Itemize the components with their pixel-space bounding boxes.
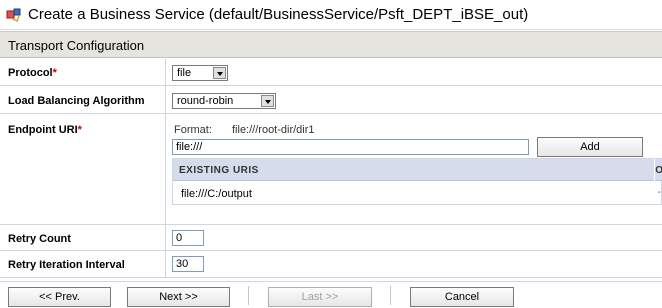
column-header-existing-uris: EXISTING URIS	[179, 165, 259, 176]
format-label: Format:	[174, 124, 212, 136]
retry-count-row: Retry Count 0	[0, 225, 662, 251]
load-balancing-label: Load Balancing Algorithm	[8, 95, 145, 107]
table-row: file:///C:/output -	[173, 181, 662, 205]
prev-button[interactable]: << Prev.	[8, 287, 111, 307]
protocol-select[interactable]: file	[172, 65, 228, 81]
endpoint-uri-label: Endpoint URI*	[8, 124, 82, 136]
endpoint-uri-row: Endpoint URI* Format: file:///root-dir/d…	[0, 114, 662, 225]
title-bar: Create a Business Service (default/Busin…	[0, 0, 662, 30]
cancel-button[interactable]: Cancel	[410, 287, 514, 307]
column-header-operations: O	[655, 165, 662, 176]
load-balancing-row: Load Balancing Algorithm round-robin	[0, 86, 662, 114]
wizard-navigation: << Prev. Next >> Last >> Cancel	[0, 281, 662, 308]
add-button[interactable]: Add	[537, 137, 643, 157]
page-title: Create a Business Service (default/Busin…	[28, 6, 529, 23]
format-value: file:///root-dir/dir1	[232, 124, 315, 136]
retry-interval-input[interactable]: 30	[172, 256, 204, 272]
divider	[390, 286, 391, 305]
existing-uris-table: EXISTING URIS O file:///C:/output -	[172, 158, 662, 205]
section-header: Transport Configuration	[0, 31, 662, 58]
last-button: Last >>	[268, 287, 372, 307]
chevron-down-icon	[213, 67, 226, 79]
divider	[248, 286, 249, 305]
chevron-down-icon	[261, 95, 274, 107]
required-mark: *	[77, 124, 82, 136]
table-header: EXISTING URIS O	[173, 159, 662, 181]
retry-interval-row: Retry Iteration Interval 30	[0, 251, 662, 278]
operations-cell[interactable]: -	[657, 186, 661, 198]
retry-interval-label: Retry Iteration Interval	[8, 259, 125, 271]
retry-count-label: Retry Count	[8, 233, 71, 245]
required-mark: *	[52, 67, 57, 79]
load-balancing-select[interactable]: round-robin	[172, 93, 276, 109]
protocol-row: Protocol* file	[0, 59, 662, 86]
business-service-icon	[6, 7, 22, 23]
endpoint-uri-input[interactable]: file:///	[172, 139, 529, 155]
uri-cell: file:///C:/output	[181, 188, 252, 200]
next-button[interactable]: Next >>	[127, 287, 230, 307]
retry-count-input[interactable]: 0	[172, 230, 204, 246]
protocol-label: Protocol*	[8, 67, 57, 79]
section-title: Transport Configuration	[8, 38, 145, 53]
